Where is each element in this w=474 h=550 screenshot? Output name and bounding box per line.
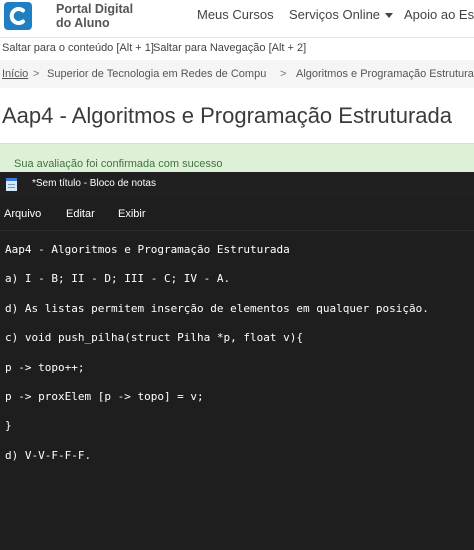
nav-servicos-online-label: Serviços Online — [289, 7, 381, 22]
notepad-menubar: Arquivo Editar Exibir — [0, 198, 474, 230]
portal-header: Portal Digital do Aluno Meus Cursos Serv… — [0, 0, 474, 32]
chevron-down-icon — [385, 13, 394, 19]
nav-meus-cursos[interactable]: Meus Cursos — [197, 7, 274, 22]
text-line: } — [5, 419, 12, 432]
header-divider — [0, 37, 474, 38]
portal-page: Portal Digital do Aluno Meus Cursos Serv… — [0, 0, 474, 172]
success-alert-text: Sua avaliação foi confirmada com sucesso — [14, 158, 223, 170]
breadcrumb: Início > Superior de Tecnologia em Redes… — [0, 60, 474, 88]
menu-arquivo[interactable]: Arquivo — [4, 208, 41, 220]
text-line: d) As listas permitem inserção de elemen… — [5, 302, 429, 315]
notepad-text-area[interactable]: Aap4 - Algoritmos e Programação Estrutur… — [0, 231, 474, 550]
notepad-icon — [6, 178, 17, 191]
page-title: Aap4 - Algoritmos e Programação Estrutur… — [2, 103, 453, 128]
breadcrumb-separator: > — [33, 68, 40, 80]
nav-servicos-online[interactable]: Serviços Online — [289, 7, 394, 22]
notepad-title: *Sem título - Bloco de notas — [32, 178, 156, 189]
skip-to-navigation-link[interactable]: Saltar para Navegação [Alt + 2] — [153, 42, 306, 54]
breadcrumb-separator: > — [280, 68, 287, 80]
menu-editar[interactable]: Editar — [66, 208, 95, 220]
success-alert: Sua avaliação foi confirmada com sucesso — [0, 143, 474, 172]
brand-line-2: do Aluno — [56, 16, 110, 30]
breadcrumb-course-link[interactable]: Superior de Tecnologia em Redes de Compu — [47, 68, 266, 80]
breadcrumb-current[interactable]: Algoritmos e Programação Estrutura — [296, 68, 474, 80]
skip-to-content-link[interactable]: Saltar para o conteúdo [Alt + 1] — [2, 42, 154, 54]
text-line: c) void push_pilha(struct Pilha *p, floa… — [5, 331, 304, 344]
text-line: d) V-V-F-F-F. — [5, 449, 92, 462]
text-line: Aap4 - Algoritmos e Programação Estrutur… — [5, 243, 290, 256]
breadcrumb-home-link[interactable]: Início — [2, 68, 28, 80]
notepad-window: *Sem título - Bloco de notas Arquivo Edi… — [0, 172, 474, 550]
notepad-titlebar[interactable]: *Sem título - Bloco de notas — [0, 172, 474, 198]
text-line: p -> topo++; — [5, 361, 85, 374]
text-line: p -> proxElem [p -> topo] = v; — [5, 390, 204, 403]
nav-apoio[interactable]: Apoio ao Estu — [404, 7, 474, 22]
text-line: a) I - B; II - D; III - C; IV - A. — [5, 272, 231, 285]
brand-line-1: Portal Digital — [56, 2, 134, 16]
portal-brand[interactable]: Portal Digital do Aluno — [56, 2, 156, 30]
portal-logo-icon[interactable] — [4, 2, 32, 30]
menu-exibir[interactable]: Exibir — [118, 208, 146, 220]
